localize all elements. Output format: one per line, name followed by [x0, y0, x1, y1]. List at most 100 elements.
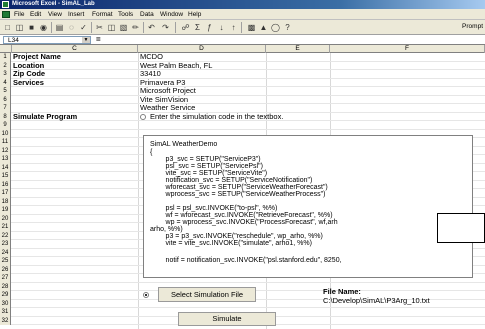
row-header[interactable]: 28 — [0, 282, 11, 291]
simulation-code-textbox[interactable]: SimAL WeatherDemo { p3_svc = SETUP("Serv… — [143, 135, 473, 278]
chevron-down-icon[interactable]: ▼ — [82, 37, 90, 43]
open-folder-icon[interactable]: ◫ — [14, 22, 25, 33]
paste-icon[interactable]: ▧ — [118, 22, 129, 33]
row-header[interactable]: 27 — [0, 274, 11, 283]
row-header[interactable]: 16 — [0, 180, 11, 189]
row-header[interactable]: 12 — [0, 146, 11, 155]
code-option-radio[interactable]: Enter the simulation code in the textbox… — [140, 112, 283, 122]
drawing-icon[interactable]: ▲ — [258, 22, 269, 33]
menu-window[interactable]: Window — [160, 9, 183, 20]
menu-bar: File Edit View Insert Format Tools Data … — [0, 9, 485, 20]
chart-wizard-icon[interactable]: ▩ — [246, 22, 257, 33]
row-header[interactable]: 25 — [0, 257, 11, 266]
table-row: 2 Location West Palm Beach, FL — [0, 61, 485, 70]
row-header[interactable]: 2 — [0, 61, 11, 70]
sort-descending-icon[interactable]: ↑ — [228, 22, 239, 33]
cut-icon[interactable]: ✂ — [94, 22, 105, 33]
menu-help[interactable]: Help — [188, 9, 201, 20]
row-header[interactable]: 19 — [0, 206, 11, 215]
name-box-value: L34 — [8, 37, 19, 44]
code-line: { — [150, 149, 153, 156]
active-cell-selection[interactable] — [437, 213, 485, 243]
row-header[interactable]: 15 — [0, 172, 11, 181]
row-header[interactable]: 11 — [0, 138, 11, 147]
undo-icon[interactable]: ↶ — [146, 22, 157, 33]
select-all-corner[interactable] — [0, 45, 12, 53]
row-header[interactable]: 4 — [0, 78, 11, 87]
permission-icon[interactable]: ◉ — [38, 22, 49, 33]
code-line: notif = notification_svc.INVOKE("psl.sta… — [150, 257, 342, 264]
workbook-icon[interactable] — [2, 11, 10, 18]
zoom-icon[interactable]: ◯ — [270, 22, 281, 33]
code-line: arho, %%) — [150, 226, 183, 233]
code-line: wprocess_svc = SETUP("ServiceWeatherProc… — [150, 191, 326, 198]
toolbar-separator — [51, 22, 52, 33]
code-line: wf = wforecast_svc.INVOKE("RetrieveForec… — [150, 212, 333, 219]
table-row: 4 Services Primavera P3 — [0, 77, 485, 87]
code-line: p3 = p3_svc.INVOKE("reschedule", wp_arho… — [150, 233, 323, 240]
toolbar-separator — [175, 22, 176, 33]
row-header[interactable]: 13 — [0, 155, 11, 164]
formula-equals[interactable]: = — [96, 35, 101, 44]
spelling-icon[interactable]: ✓ — [78, 22, 89, 33]
row-header[interactable]: 24 — [0, 248, 11, 257]
row-header[interactable]: 26 — [0, 265, 11, 274]
table-row: 6 Vite SimVision — [0, 95, 485, 104]
row-header[interactable]: 10 — [0, 129, 11, 138]
menu-edit[interactable]: Edit — [30, 9, 41, 20]
copy-icon[interactable]: ◫ — [106, 22, 117, 33]
row-header[interactable]: 14 — [0, 163, 11, 172]
prompt-toolbar-label[interactable]: Prompt — [462, 23, 483, 30]
select-simulation-file-button[interactable]: Select Simulation File — [158, 287, 256, 302]
row-header[interactable]: 6 — [0, 95, 11, 104]
hyperlink-icon[interactable]: ☍ — [180, 22, 191, 33]
print-icon[interactable]: ▤ — [54, 22, 65, 33]
row-header[interactable]: 8 — [0, 112, 11, 121]
row-header[interactable]: 18 — [0, 197, 11, 206]
autosum-icon[interactable]: Σ — [192, 22, 203, 33]
save-icon[interactable]: ■ — [26, 22, 37, 33]
print-preview-icon[interactable]: ◌ — [66, 22, 77, 33]
table-row: 1 Project Name MCDO — [0, 52, 485, 62]
menu-view[interactable]: View — [48, 9, 62, 20]
row-header[interactable]: 30 — [0, 299, 11, 308]
column-header-f[interactable]: F — [330, 45, 485, 53]
sort-ascending-icon[interactable]: ↓ — [216, 22, 227, 33]
row-header[interactable]: 32 — [0, 316, 11, 325]
row-header[interactable]: 7 — [0, 104, 11, 113]
row-header[interactable]: 22 — [0, 231, 11, 240]
name-box[interactable]: L34 ▼ — [3, 36, 91, 44]
code-line: vite_svc = SETUP("ServiceVite") — [150, 170, 268, 177]
row-header[interactable]: 9 — [0, 121, 11, 130]
menu-file[interactable]: File — [14, 9, 24, 20]
row-header[interactable]: 21 — [0, 223, 11, 232]
function-icon[interactable]: ƒ — [204, 22, 215, 33]
row-header[interactable]: 1 — [0, 53, 11, 62]
new-document-icon[interactable]: □ — [2, 22, 13, 33]
row-header[interactable]: 20 — [0, 214, 11, 223]
menu-insert[interactable]: Insert — [68, 9, 84, 20]
menu-format[interactable]: Format — [92, 9, 113, 20]
table-row: 3 Zip Code 33410 — [0, 69, 485, 79]
file-option-radio[interactable] — [143, 292, 153, 299]
services-label: Services — [13, 77, 44, 87]
format-painter-icon[interactable]: ✏ — [130, 22, 141, 33]
row-header[interactable]: 17 — [0, 189, 11, 198]
radio-button-icon[interactable] — [140, 113, 146, 120]
row-header[interactable]: 29 — [0, 291, 11, 300]
simulate-button[interactable]: Simulate — [178, 312, 276, 326]
column-header-e[interactable]: E — [266, 45, 330, 53]
menu-tools[interactable]: Tools — [118, 9, 133, 20]
table-row: 9 — [0, 121, 485, 130]
radio-button-icon[interactable] — [143, 292, 149, 298]
toolbar-separator — [91, 22, 92, 33]
row-header[interactable]: 3 — [0, 70, 11, 79]
help-icon[interactable]: ? — [282, 22, 293, 33]
row-header[interactable]: 5 — [0, 87, 11, 96]
menu-data[interactable]: Data — [140, 9, 154, 20]
row-header[interactable]: 31 — [0, 308, 11, 317]
redo-icon[interactable]: ↷ — [160, 22, 171, 33]
code-line: SimAL WeatherDemo — [150, 141, 218, 148]
table-row: 8 Simulate Program Enter the simulation … — [0, 112, 485, 122]
row-header[interactable]: 23 — [0, 240, 11, 249]
